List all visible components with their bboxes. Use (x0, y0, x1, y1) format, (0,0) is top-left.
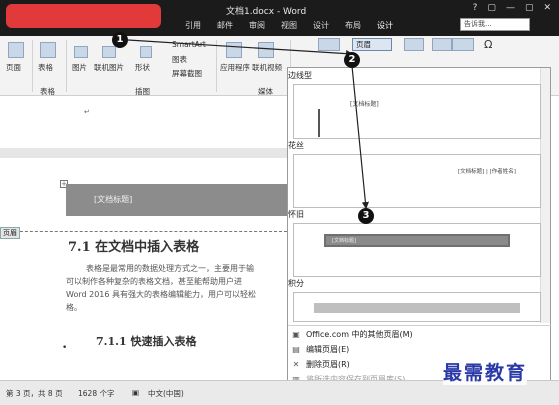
annotation-arrows (127, 39, 369, 210)
arrow-1-to-2 (127, 39, 354, 58)
step-badge-3: 3 (358, 208, 374, 224)
step-badge-2: 2 (344, 52, 360, 68)
watermark-logo: 最需教育 (443, 358, 528, 385)
step-badge-1: 1 (112, 32, 128, 48)
arrow-2-to-3 (351, 65, 369, 210)
